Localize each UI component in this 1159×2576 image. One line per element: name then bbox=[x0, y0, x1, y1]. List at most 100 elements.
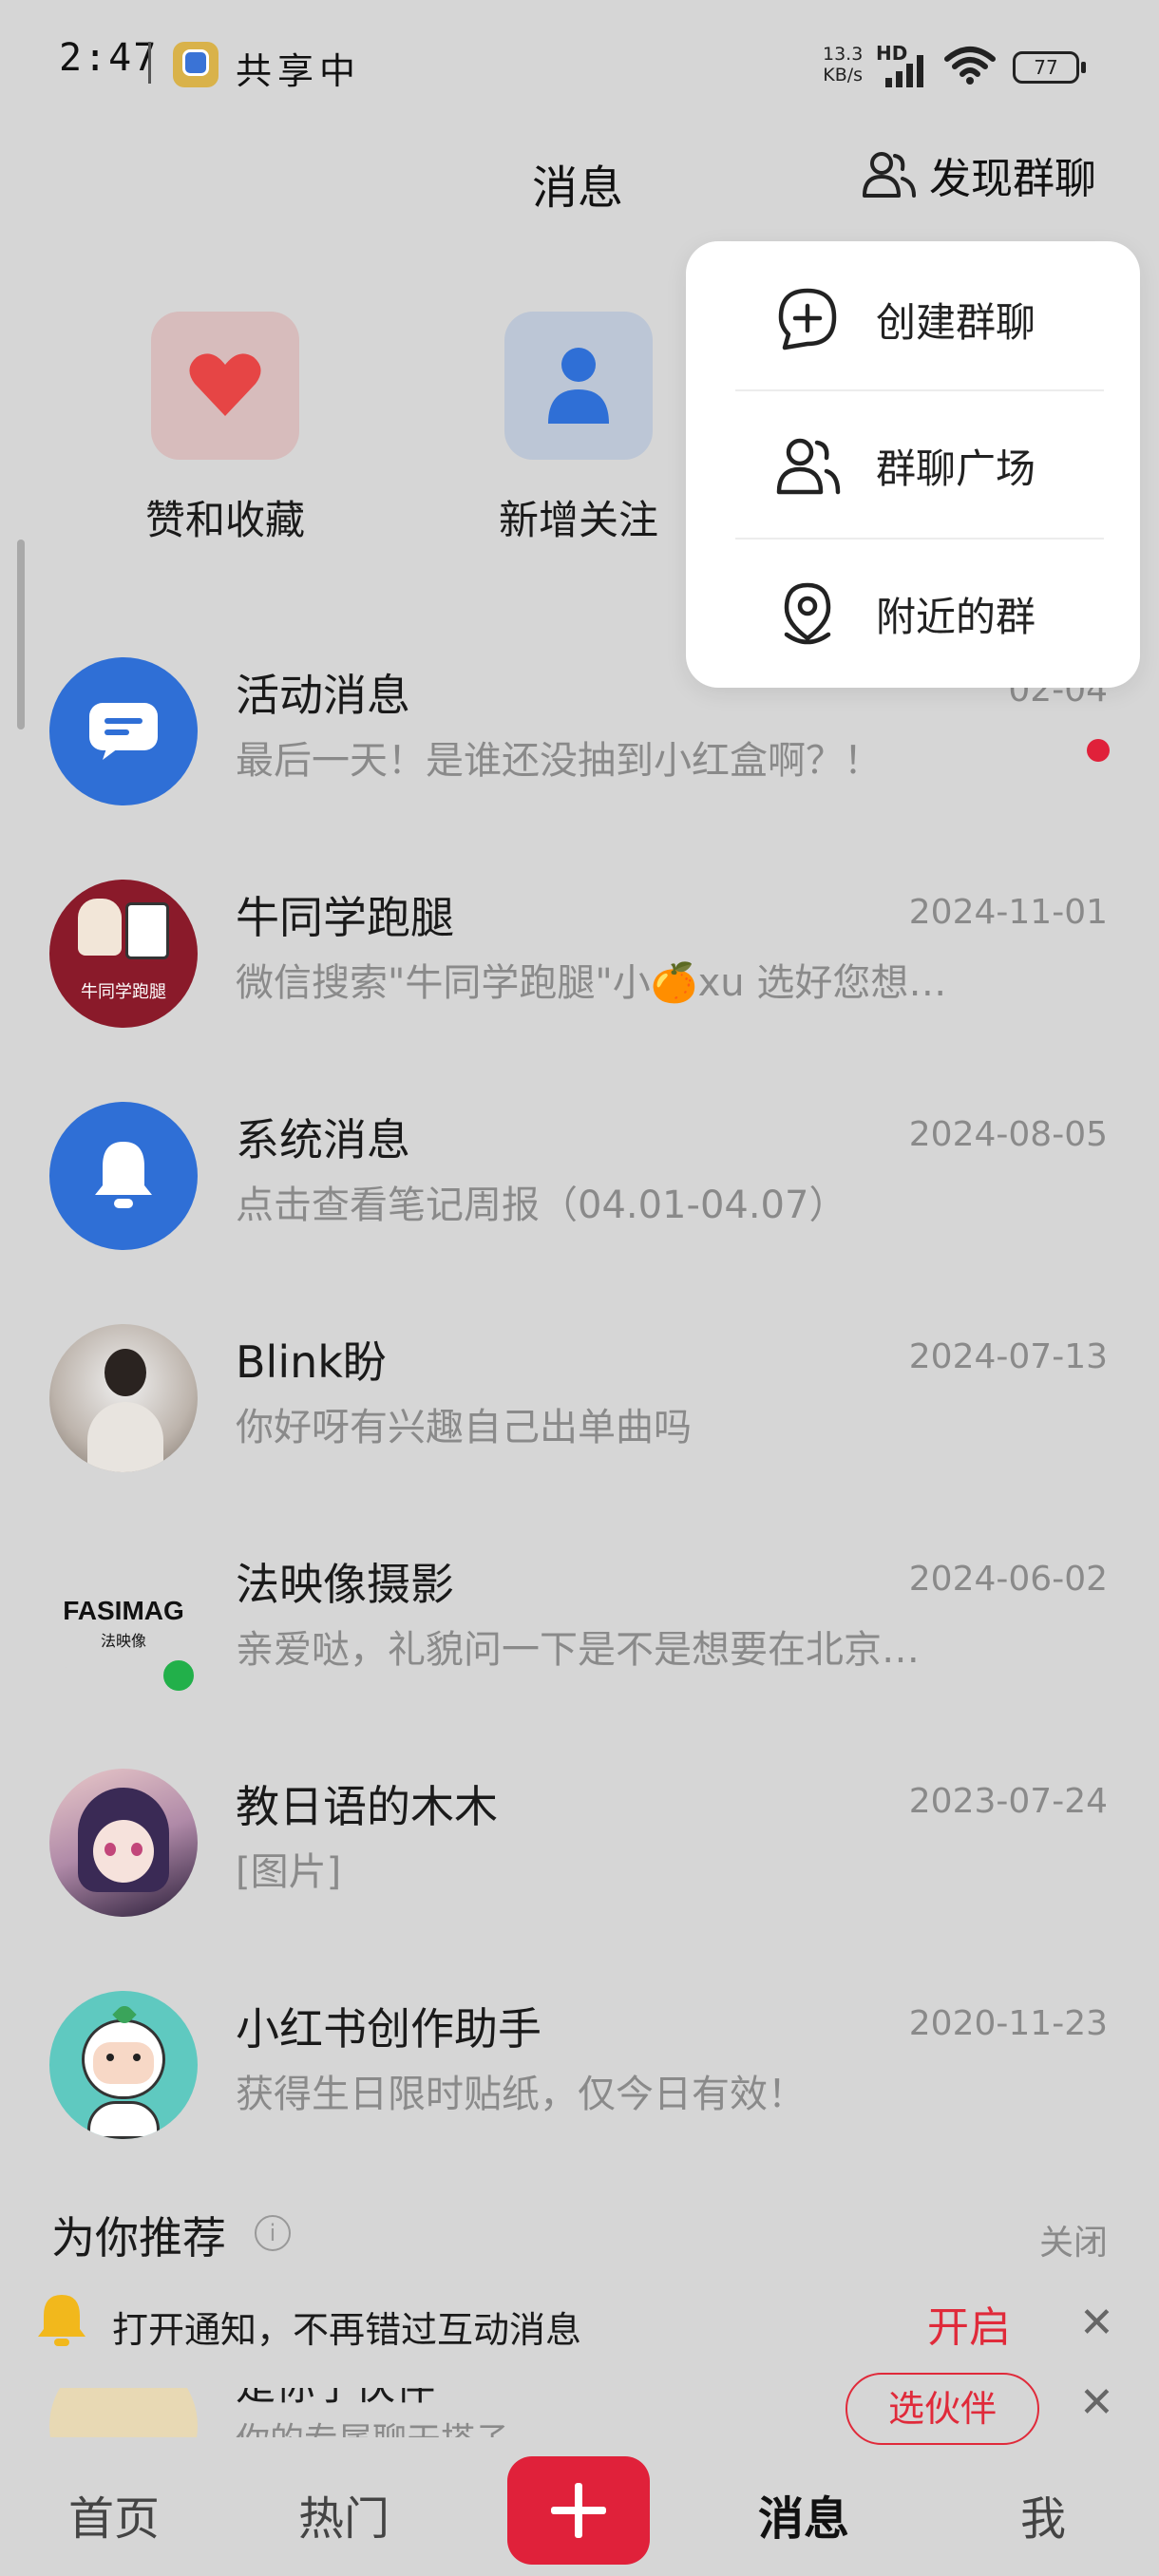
avatar-eye bbox=[131, 1843, 142, 1856]
avatar-face bbox=[93, 1820, 154, 1883]
message-date: 2024-11-01 bbox=[908, 893, 1108, 932]
message-preview: 点击查看笔记周报（04.01-04.07） bbox=[236, 1184, 847, 1227]
menu-item-label: 群聊广场 bbox=[876, 445, 1036, 492]
shortcut-likes[interactable]: 赞和收藏 bbox=[116, 312, 334, 546]
pick-partner-button[interactable]: 选伙伴 bbox=[846, 2373, 1039, 2445]
avatar bbox=[49, 1324, 198, 1472]
recommend-close-button[interactable]: 关闭 bbox=[1039, 2215, 1108, 2264]
nav-home[interactable]: 首页 bbox=[68, 2481, 160, 2548]
signal-icon bbox=[885, 55, 923, 87]
avatar bbox=[49, 1991, 198, 2139]
message-title: 教日语的木木 bbox=[236, 1781, 498, 1832]
recommend-title: 为你推荐 bbox=[51, 2212, 226, 2263]
message-preview: 你好呀有兴趣自己出单曲吗 bbox=[236, 1406, 692, 1449]
bell-icon bbox=[95, 1142, 152, 1208]
avatar bbox=[49, 1769, 198, 1917]
message-title: 法映像摄影 bbox=[236, 1559, 454, 1610]
network-speed-value: 13.3 bbox=[823, 44, 864, 65]
wifi-icon bbox=[944, 47, 996, 85]
location-pin-icon bbox=[784, 582, 831, 645]
message-title: Blink盼 bbox=[236, 1336, 387, 1388]
message-date: 2024-08-05 bbox=[908, 1115, 1108, 1154]
shortcut-new-followers[interactable]: 新增关注 bbox=[469, 312, 688, 546]
menu-item-label: 附近的群 bbox=[876, 593, 1036, 640]
avatar-robot-body bbox=[87, 2101, 160, 2139]
message-row-blink[interactable]: Blink盼 2024-07-13 你好呀有兴趣自己出单曲吗 bbox=[0, 1324, 1159, 1546]
battery-indicator: 77 bbox=[1013, 51, 1086, 84]
message-title: 牛同学跑腿 bbox=[236, 892, 454, 943]
avatar-logo-text: FASIMAG bbox=[63, 1596, 184, 1625]
followers-tile bbox=[504, 312, 653, 460]
menu-item-label: 创建群聊 bbox=[876, 298, 1036, 346]
message-title: 小红书创作助手 bbox=[236, 2003, 542, 2055]
enable-notification-button[interactable]: 开启 bbox=[927, 2293, 1011, 2354]
status-sharing-text: 共享中 bbox=[236, 50, 362, 92]
avatar-eye bbox=[133, 2054, 141, 2061]
message-row-activity[interactable]: 活动消息 02-04 最后一天！是谁还没抽到小红盒啊？！ bbox=[0, 657, 1159, 880]
status-separator bbox=[148, 42, 151, 84]
message-preview: 微信搜索"牛同学跑腿"小🍊xu 选好您想… bbox=[236, 961, 947, 1005]
menu-item-create-group[interactable]: 创建群聊 bbox=[686, 245, 1140, 393]
network-speed-unit: KB/s bbox=[823, 65, 864, 85]
avatar bbox=[49, 2388, 198, 2437]
avatar bbox=[49, 1102, 198, 1250]
message-title: 系统消息 bbox=[236, 1114, 410, 1165]
menu-item-group-square[interactable]: 群聊广场 bbox=[686, 391, 1140, 540]
bell-icon bbox=[38, 2295, 86, 2346]
menu-item-nearby-groups[interactable]: 附近的群 bbox=[686, 540, 1140, 688]
chat-bubble-icon bbox=[89, 703, 158, 760]
person-icon bbox=[548, 348, 609, 424]
message-date: 2020-11-23 bbox=[908, 2004, 1108, 2043]
avatar-hair bbox=[104, 1349, 146, 1396]
discover-group-button[interactable]: 发现群聊 bbox=[861, 144, 1096, 205]
message-preview: 获得生日限时贴纸，仅今日有效！ bbox=[236, 2073, 806, 2116]
nav-hot[interactable]: 热门 bbox=[298, 2481, 390, 2548]
shortcut-label: 赞和收藏 bbox=[144, 497, 305, 543]
avatar bbox=[49, 657, 198, 805]
heart-icon bbox=[189, 353, 261, 416]
likes-tile bbox=[151, 312, 299, 460]
shortcut-label: 新增关注 bbox=[498, 497, 658, 543]
page-title: 消息 bbox=[532, 161, 624, 215]
message-row-errand[interactable]: 牛同学跑腿 牛同学跑腿 2024-11-01 微信搜索"牛同学跑腿"小🍊xu 选… bbox=[0, 880, 1159, 1102]
avatar-logo-subtext: 法映像 bbox=[100, 1632, 146, 1650]
avatar-cup bbox=[125, 902, 169, 959]
discover-group-label: 发现群聊 bbox=[929, 155, 1096, 203]
status-time: 2:47 bbox=[59, 36, 159, 80]
close-icon[interactable]: ✕ bbox=[1079, 2378, 1114, 2427]
publish-plus-button[interactable] bbox=[507, 2456, 650, 2565]
message-row-system[interactable]: 系统消息 2024-08-05 点击查看笔记周报（04.01-04.07） bbox=[0, 1102, 1159, 1324]
notification-text: 打开通知，不再错过互动消息 bbox=[112, 2309, 582, 2351]
message-row-creator-assistant[interactable]: 小红书创作助手 2020-11-23 获得生日限时贴纸，仅今日有效！ bbox=[0, 1991, 1159, 2213]
network-speed: 13.3 KB/s bbox=[823, 44, 863, 85]
avatar-eye bbox=[104, 1843, 116, 1856]
message-date: 2023-07-24 bbox=[908, 1782, 1108, 1821]
close-icon[interactable]: ✕ bbox=[1079, 2299, 1114, 2347]
recommend-item-name: 是你了伙伴 bbox=[236, 2388, 435, 2412]
avatar: FASIMAG 法映像 bbox=[49, 1546, 198, 1695]
message-title: 活动消息 bbox=[236, 670, 410, 721]
discover-group-menu: 创建群聊 群聊广场 附近的群 bbox=[686, 241, 1140, 688]
avatar: 牛同学跑腿 bbox=[49, 880, 198, 1028]
info-icon[interactable]: i bbox=[255, 2215, 291, 2251]
message-row-photo-studio[interactable]: FASIMAG 法映像 法映像摄影 2024-06-02 亲爱哒，礼貌问一下是不… bbox=[0, 1546, 1159, 1769]
chat-plus-icon bbox=[778, 288, 837, 350]
message-date: 2024-06-02 bbox=[908, 1560, 1108, 1599]
message-preview: 亲爱哒，礼貌问一下是不是想要在北京… bbox=[236, 1628, 920, 1672]
avatar-figure bbox=[78, 899, 122, 956]
avatar-body bbox=[87, 1402, 163, 1472]
sharing-app-icon bbox=[173, 42, 218, 87]
recommend-item-desc: 你的专属聊天搭子 bbox=[236, 2413, 509, 2437]
nav-messages[interactable]: 消息 bbox=[758, 2481, 849, 2548]
message-preview: 最后一天！是谁还没抽到小红盒啊？！ bbox=[236, 739, 882, 783]
avatar-caption: 牛同学跑腿 bbox=[81, 982, 166, 1002]
avatar-eye bbox=[106, 2054, 114, 2061]
group-icon bbox=[863, 152, 916, 198]
avatar-robot-face bbox=[93, 2042, 154, 2084]
group-icon bbox=[776, 438, 841, 495]
message-date: 2024-07-13 bbox=[908, 1337, 1108, 1376]
message-row-japanese-teacher[interactable]: 教日语的木木 2023-07-24 [图片] bbox=[0, 1769, 1159, 1991]
message-preview: [图片] bbox=[236, 1850, 342, 1894]
unread-dot bbox=[1087, 739, 1110, 762]
nav-me[interactable]: 我 bbox=[1020, 2481, 1066, 2548]
